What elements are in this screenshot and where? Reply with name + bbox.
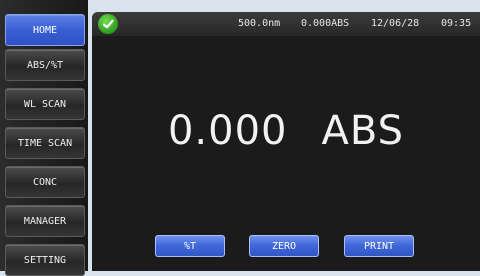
date-readout: 12/06/28 (371, 18, 420, 29)
check-circle-icon (98, 14, 118, 34)
absorbance-readout: 0.000ABS (301, 18, 350, 29)
measurement-unit: ABS (321, 108, 404, 154)
main-screen: 500.0nm 0.000ABS 12/06/28 09:35 0.000 ABS… (92, 12, 480, 271)
zero-button[interactable]: ZERO (249, 235, 319, 257)
sidebar-item-abs-t[interactable]: ABS/%T (5, 49, 85, 81)
time-readout: 09:35 (441, 18, 472, 29)
sidebar-item-conc[interactable]: CONC (5, 166, 85, 198)
sidebar-item-setting[interactable]: SETTING (5, 244, 85, 276)
status-bar: 500.0nm 0.000ABS 12/06/28 09:35 (92, 12, 480, 36)
sidebar-item-time-scan[interactable]: TIME SCAN (5, 127, 85, 159)
measurement-display: 0.000 ABS (92, 108, 480, 154)
print-button[interactable]: PRINT (344, 235, 414, 257)
wavelength-readout: 500.0nm (238, 18, 281, 29)
sidebar-nav: HOME ABS/%T WL SCAN TIME SCAN CONC MANAG… (0, 0, 88, 276)
measurement-value: 0.000 (167, 108, 288, 154)
sidebar-item-wl-scan[interactable]: WL SCAN (5, 88, 85, 120)
sidebar-item-home[interactable]: HOME (5, 14, 85, 46)
sidebar-item-manager[interactable]: MANAGER (5, 205, 85, 237)
percent-t-button[interactable]: %T (155, 235, 225, 257)
